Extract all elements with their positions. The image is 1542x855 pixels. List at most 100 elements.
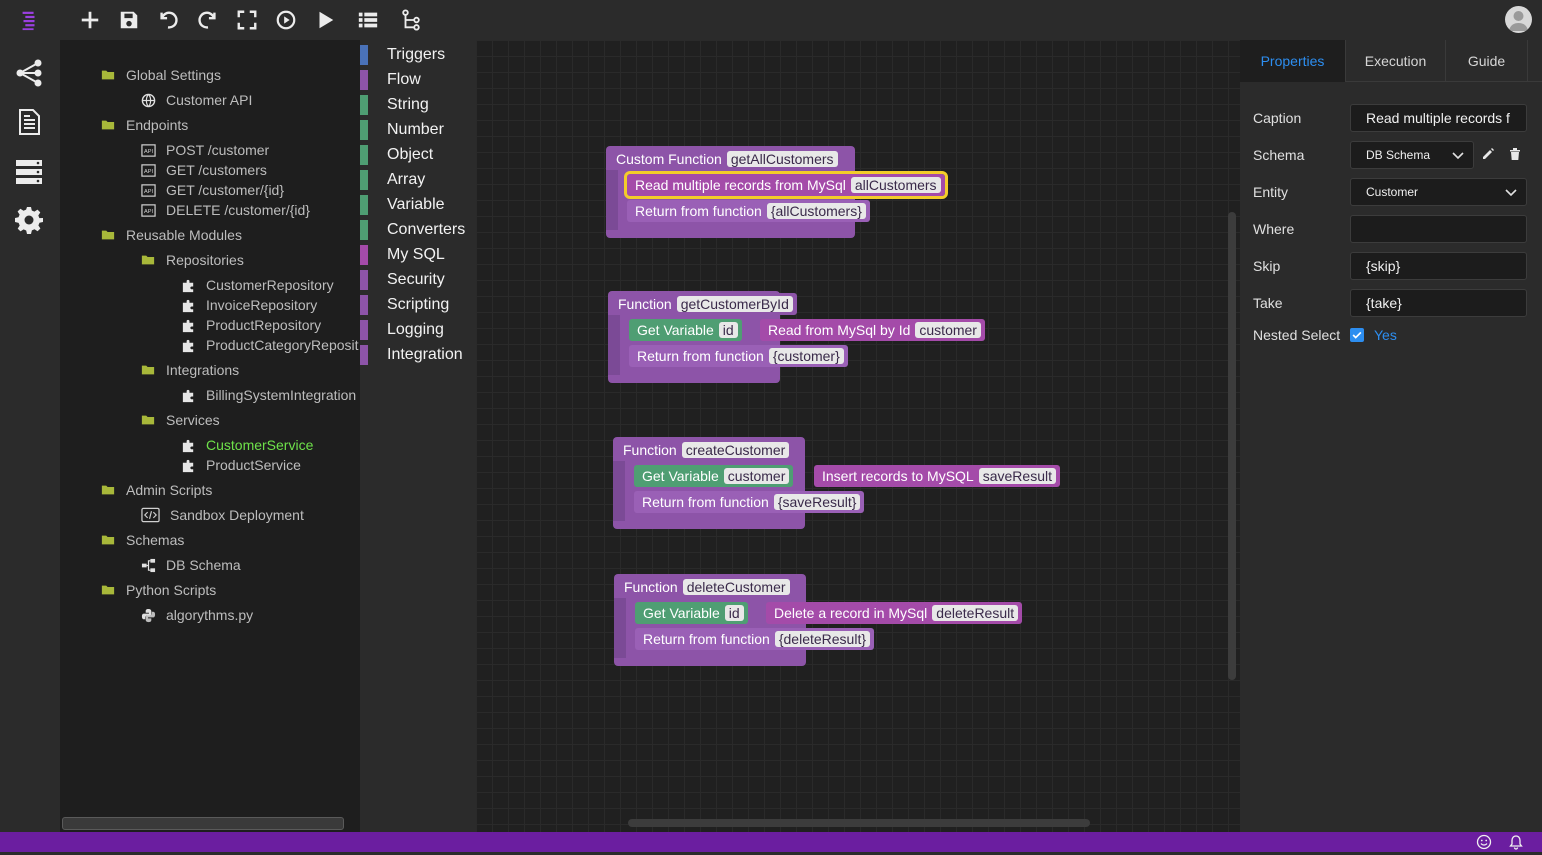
run-icon[interactable] — [311, 6, 339, 34]
server-icon[interactable] — [13, 156, 45, 188]
category-security[interactable]: Security — [360, 269, 476, 291]
tree-folder-admin-scripts[interactable]: Admin Scripts — [100, 480, 212, 500]
block-workspace[interactable]: Custom Function getAllCustomers Read mult… — [476, 40, 1240, 832]
tree-item-invoice-repository[interactable]: InvoiceRepository — [180, 295, 317, 315]
tree-folder-global-settings[interactable]: Global Settings — [100, 65, 221, 85]
tree-folder-repositories[interactable]: Repositories — [140, 250, 244, 270]
function-name-field[interactable]: createCustomer — [681, 442, 790, 458]
category-scripting[interactable]: Scripting — [360, 294, 476, 316]
skip-input[interactable]: {skip} — [1350, 252, 1527, 280]
get-variable-block[interactable]: Get Variable customer — [634, 465, 794, 487]
tree-folder-reusable-modules[interactable]: Reusable Modules — [100, 225, 242, 245]
return-block[interactable]: Return from function {allCustomers} — [627, 200, 870, 222]
tab-execution[interactable]: Execution — [1346, 40, 1446, 82]
return-value-field[interactable]: {customer} — [768, 348, 844, 364]
return-block[interactable]: Return from function {customer} — [629, 345, 848, 367]
fullscreen-icon[interactable] — [233, 6, 261, 34]
category-flow[interactable]: Flow — [360, 69, 476, 91]
return-block[interactable]: Return from function {saveResult} — [634, 491, 865, 513]
function-name-field[interactable]: getCustomerById — [676, 296, 793, 312]
tree-folder-python-scripts[interactable]: Python Scripts — [100, 580, 216, 600]
function-name-field[interactable]: deleteCustomer — [682, 579, 790, 595]
tree-item-get-customer-id[interactable]: API GET /customer/{id} — [140, 180, 284, 200]
debug-run-icon[interactable] — [272, 6, 300, 34]
share-nodes-icon[interactable] — [13, 57, 45, 89]
function-header[interactable]: Custom Function getAllCustomers — [608, 148, 842, 170]
tree-item-product-service[interactable]: ProductService — [180, 455, 301, 475]
variable-field[interactable]: deleteResult — [932, 605, 1019, 621]
read-by-id-block[interactable]: Read from MySql by Id customer — [760, 319, 985, 341]
tree-item-algorythms-py[interactable]: algorythms.py — [140, 605, 253, 625]
tree-folder-schemas[interactable]: Schemas — [100, 530, 184, 550]
tab-properties[interactable]: Properties — [1240, 40, 1346, 82]
category-array[interactable]: Array — [360, 169, 476, 191]
read-multiple-records-block[interactable]: Read multiple records from MySql allCusto… — [624, 171, 948, 199]
delete-icon[interactable] — [1508, 147, 1522, 161]
return-block[interactable]: Return from function {deleteResult} — [635, 628, 875, 650]
variable-field[interactable]: id — [718, 322, 738, 338]
smiley-icon[interactable] — [1476, 834, 1492, 850]
category-number[interactable]: Number — [360, 119, 476, 141]
save-icon[interactable] — [115, 6, 143, 34]
insert-records-block[interactable]: Insert records to MySQL saveResult — [814, 465, 1060, 487]
workspace-vertical-scrollbar[interactable] — [1228, 212, 1236, 680]
tree-item-post-customer[interactable]: API POST /customer — [140, 140, 269, 160]
return-value-field[interactable]: {saveResult} — [773, 494, 861, 510]
schema-select[interactable]: DB Schema — [1350, 141, 1474, 169]
tab-guide[interactable]: Guide — [1446, 40, 1528, 82]
tree-item-product-category-repository[interactable]: ProductCategoryReposit — [180, 335, 359, 355]
category-logging[interactable]: Logging — [360, 319, 476, 341]
tree-folder-services[interactable]: Services — [140, 410, 220, 430]
where-input[interactable] — [1350, 215, 1527, 243]
tree-item-product-repository[interactable]: ProductRepository — [180, 315, 321, 335]
edit-icon[interactable] — [1481, 147, 1495, 161]
list-icon[interactable] — [354, 6, 382, 34]
tree-item-billing-system-integration[interactable]: BillingSystemIntegration — [180, 385, 356, 405]
redo-icon[interactable] — [194, 6, 222, 34]
variable-field[interactable]: customer — [915, 322, 981, 338]
variable-field[interactable]: customer — [723, 468, 790, 484]
category-variable[interactable]: Variable — [360, 194, 476, 216]
variable-field[interactable]: id — [724, 605, 744, 621]
document-icon[interactable] — [13, 106, 45, 138]
tree-item-sandbox-deployment[interactable]: Sandbox Deployment — [140, 505, 304, 525]
get-variable-block[interactable]: Get Variable id — [629, 319, 742, 341]
tree-item-customer-repository[interactable]: CustomerRepository — [180, 275, 334, 295]
function-header[interactable]: Function createCustomer — [615, 439, 794, 461]
tree-item-customer-api[interactable]: Customer API — [140, 90, 252, 110]
tree-folder-endpoints[interactable]: Endpoints — [100, 115, 188, 135]
caption-input[interactable]: Read multiple records f — [1350, 104, 1527, 132]
function-name-field[interactable]: getAllCustomers — [726, 151, 838, 167]
variable-field[interactable]: allCustomers — [850, 177, 941, 193]
tree-horizontal-scrollbar[interactable] — [60, 815, 360, 832]
settings-icon[interactable] — [13, 204, 45, 236]
tree-item-db-schema[interactable]: DB Schema — [140, 555, 241, 575]
get-variable-block[interactable]: Get Variable id — [635, 602, 748, 624]
bell-icon[interactable] — [1508, 834, 1524, 850]
scrollbar-thumb[interactable] — [62, 817, 344, 830]
nested-select-checkbox[interactable] — [1350, 328, 1364, 342]
add-icon[interactable] — [76, 6, 104, 34]
function-header[interactable]: Function deleteCustomer — [616, 576, 794, 598]
tree-folder-integrations[interactable]: Integrations — [140, 360, 239, 380]
take-input[interactable]: {take} — [1350, 289, 1527, 317]
entity-select[interactable]: Customer — [1350, 178, 1527, 206]
return-value-field[interactable]: {deleteResult} — [774, 631, 871, 647]
category-converters[interactable]: Converters — [360, 219, 476, 241]
delete-record-block[interactable]: Delete a record in MySql deleteResult — [766, 602, 1023, 624]
function-header[interactable]: Function getCustomerById — [610, 293, 797, 315]
user-avatar-icon[interactable] — [1505, 6, 1532, 33]
flow-tree-icon[interactable] — [397, 6, 425, 34]
category-object[interactable]: Object — [360, 144, 476, 166]
category-string[interactable]: String — [360, 94, 476, 116]
category-triggers[interactable]: Triggers — [360, 44, 476, 66]
workspace-horizontal-scrollbar[interactable] — [628, 819, 1090, 827]
tree-item-customer-service[interactable]: CustomerService — [180, 435, 313, 455]
category-integration[interactable]: Integration — [360, 344, 476, 366]
undo-icon[interactable] — [154, 6, 182, 34]
return-value-field[interactable]: {allCustomers} — [766, 203, 866, 219]
variable-field[interactable]: saveResult — [978, 468, 1056, 484]
category-mysql[interactable]: My SQL — [360, 244, 476, 266]
tree-item-get-customers[interactable]: API GET /customers — [140, 160, 267, 180]
tree-item-delete-customer-id[interactable]: API DELETE /customer/{id} — [140, 200, 310, 220]
